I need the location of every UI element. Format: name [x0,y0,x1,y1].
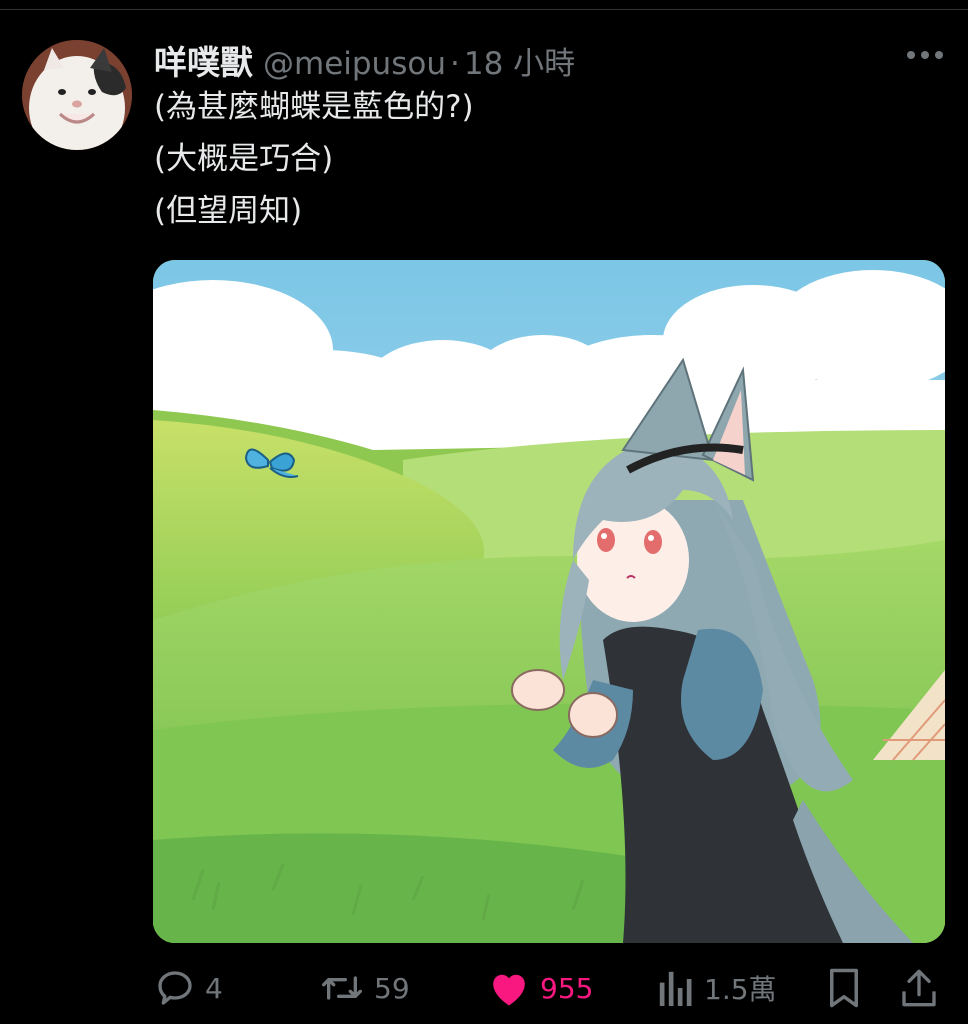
bookmark-icon [830,968,858,1008]
user-handle[interactable]: @meipusou [263,46,446,82]
reply-button[interactable]: 4 [155,958,223,1018]
heart-filled-icon [493,974,525,1006]
reply-bubble-icon [158,971,192,1005]
retweet-icon [321,976,362,1000]
separator-dot: · [449,46,460,82]
tweet-header: 咩噗獸 @meipusou · 18 小時 [154,36,575,84]
tweet-text-line: (為甚麼蝴蝶是藍色的?) [154,89,474,125]
tweet-text-line: (大概是巧合) [154,141,334,177]
views-bar-chart-icon [659,971,692,1006]
like-button[interactable]: 955 [488,958,593,1018]
bookmark-button[interactable] [828,958,860,1018]
share-upload-icon [902,969,936,1007]
more-button[interactable] [900,40,950,70]
timestamp[interactable]: 18 小時 [464,38,575,83]
views-count: 1.5萬 [704,973,777,1006]
cat-avatar-image [22,40,132,150]
share-button[interactable] [900,958,938,1018]
tweet-text-line: (但望周知) [154,193,303,229]
like-count: 955 [540,971,594,1005]
views-button[interactable]: 1.5萬 [658,958,777,1018]
tweet-actions: 4 59 955 1.5萬 [0,958,968,1018]
avatar[interactable] [22,40,132,150]
top-divider [0,9,968,10]
reply-count: 4 [205,971,223,1005]
retweet-button[interactable]: 59 [320,958,410,1018]
display-name[interactable]: 咩噗獸 [154,36,253,84]
retweet-count: 59 [374,971,410,1005]
tweet-media-image[interactable] [153,260,945,943]
more-horizontal-icon [907,51,943,59]
illustration-meadow-girl [153,260,945,943]
